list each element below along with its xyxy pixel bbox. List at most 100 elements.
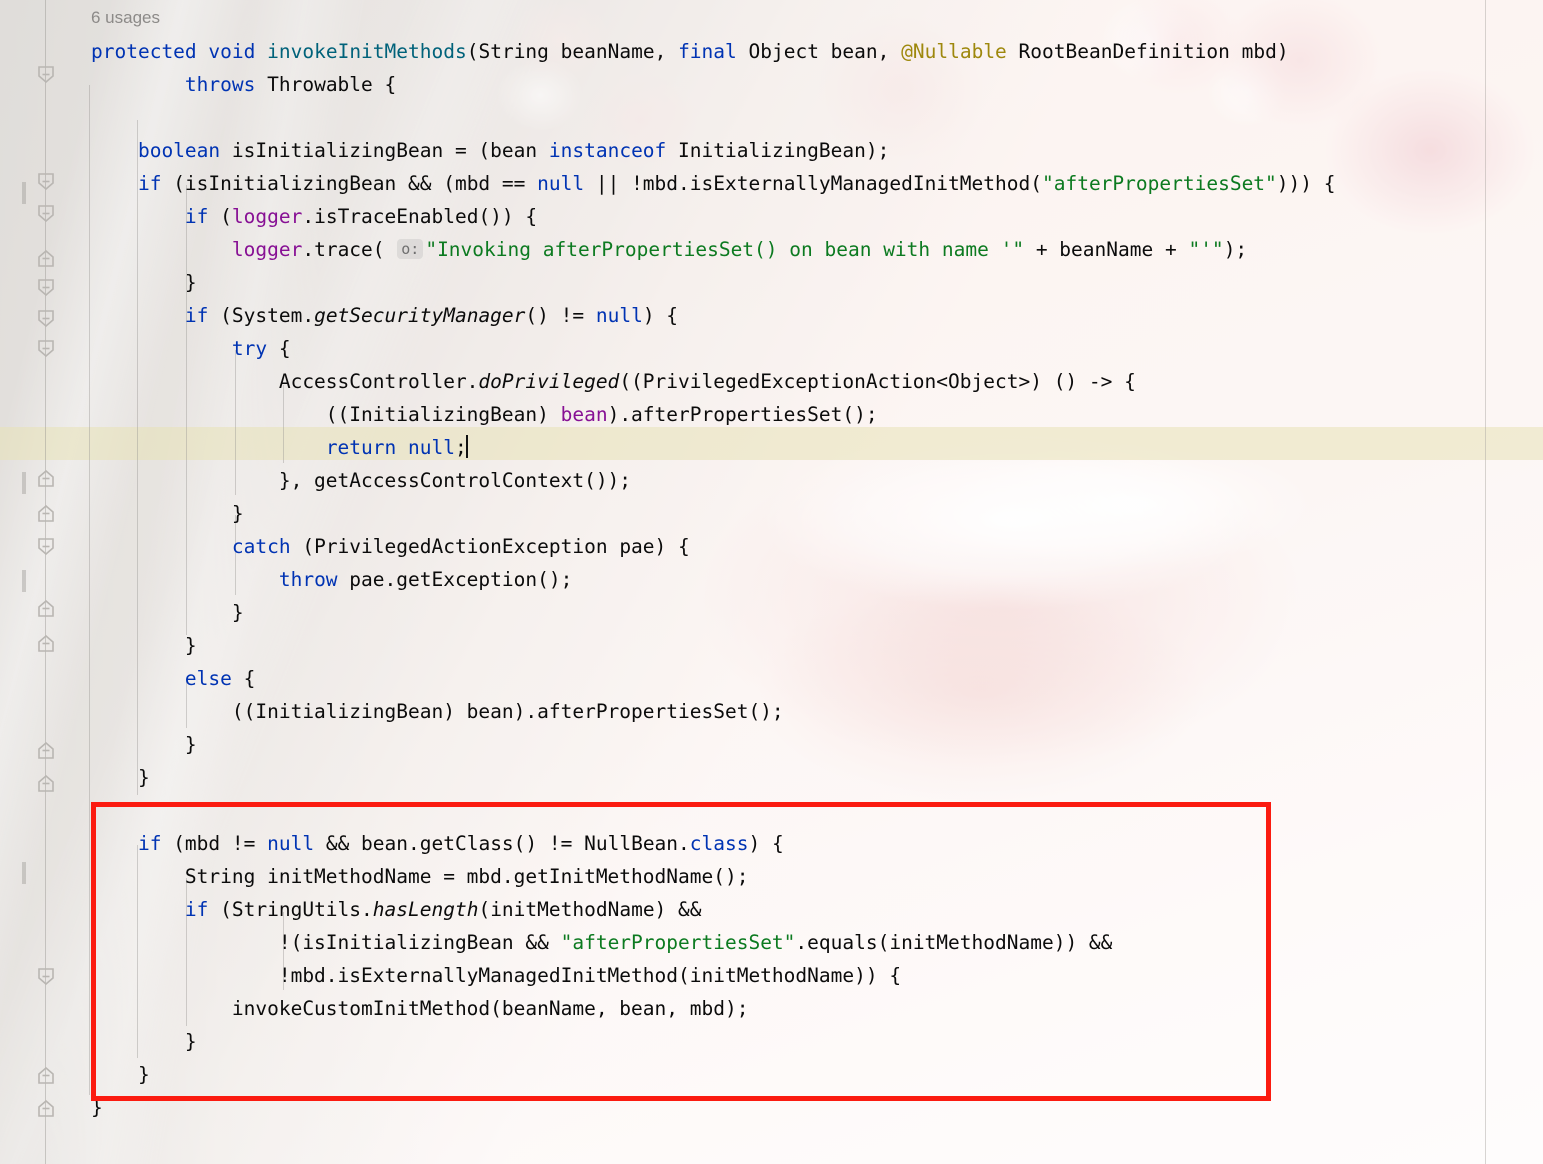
code-token: if (137, 172, 162, 195)
code-token: final (678, 40, 737, 63)
code-line[interactable]: catch (PrivilegedActionException pae) { (91, 530, 690, 563)
code-line[interactable]: throws Throwable { (91, 68, 396, 101)
code-token: { (267, 337, 291, 360)
code-token: else (184, 667, 232, 690)
code-line[interactable]: !mbd.isExternallyManagedInitMethod(initM… (91, 959, 901, 992)
code-line[interactable]: if (isInitializingBean && (mbd == null |… (91, 167, 1336, 200)
code-token: RootBeanDefinition mbd) (1006, 40, 1289, 63)
code-token: if (184, 898, 209, 921)
code-token: (isInitializingBean && (mbd == (161, 172, 538, 195)
code-line[interactable]: } (91, 1091, 103, 1124)
code-token: invokeCustomInitMethod(beanName, bean, m… (91, 997, 749, 1020)
code-token: && bean.getClass() != NullBean. (314, 832, 690, 855)
code-token: getSecurityManager (314, 304, 526, 327)
code-line[interactable]: !(isInitializingBean && "afterProperties… (91, 926, 1113, 959)
code-vision-usages[interactable]: 6 usages (91, 8, 160, 28)
code-line[interactable]: } (91, 761, 150, 794)
code-token: catch (231, 535, 291, 558)
code-line[interactable]: throw pae.getException(); (91, 563, 573, 596)
code-token: doPrivileged (478, 370, 620, 393)
code-token: void (208, 40, 256, 63)
code-line[interactable]: boolean isInitializingBean = (bean insta… (91, 134, 889, 167)
code-token: @Nullable (901, 40, 1007, 63)
code-line[interactable]: protected void invokeInitMethods(String … (91, 35, 1289, 68)
code-line[interactable]: ((InitializingBean) bean).afterPropertie… (91, 695, 784, 728)
code-token: "'" (1188, 238, 1224, 261)
editor-text-area[interactable]: 6 usages protected void invokeInitMethod… (0, 0, 1543, 1164)
code-line[interactable]: AccessController.doPrivileged((Privilege… (91, 365, 1136, 398)
code-token: String initMethodName = mbd.getInitMetho… (91, 865, 749, 888)
code-token: if (184, 205, 209, 228)
code-token: (StringUtils. (208, 898, 373, 921)
code-token: } (91, 1030, 197, 1053)
code-token: invokeInitMethods (267, 40, 467, 63)
code-line[interactable]: else { (91, 662, 255, 695)
code-token: (initMethodName) && (478, 898, 702, 921)
code-token: logger (231, 205, 303, 228)
code-token: ((PrivilegedExceptionAction<Object>) () … (619, 370, 1136, 393)
code-line[interactable]: } (91, 266, 197, 299)
code-line[interactable]: if (StringUtils.hasLength(initMethodName… (91, 893, 702, 926)
code-line[interactable]: try { (91, 332, 291, 365)
code-line[interactable]: logger.trace( o: "Invoking afterPropertie… (91, 233, 1247, 266)
code-token: } (91, 733, 197, 756)
code-token: null (408, 436, 455, 459)
code-token: "Invoking afterPropertiesSet() on bean w… (425, 238, 1025, 261)
code-line[interactable]: } (91, 1058, 150, 1091)
code-token: instanceof (548, 139, 667, 162)
code-line[interactable]: ((InitializingBean) bean).afterPropertie… (91, 398, 878, 431)
code-token: ).afterPropertiesSet(); (607, 403, 878, 426)
code-token: "afterPropertiesSet" (560, 931, 796, 954)
code-token: !(isInitializingBean && (91, 931, 561, 954)
code-line[interactable]: if (System.getSecurityManager() != null)… (91, 299, 678, 332)
code-token: class (689, 832, 749, 855)
code-token: !mbd.isExternallyManagedInitMethod(initM… (91, 964, 902, 987)
code-line[interactable]: if (mbd != null && bean.getClass() != Nu… (91, 827, 784, 860)
code-line[interactable]: }, getAccessControlContext()); (91, 464, 631, 497)
code-token: || !mbd.isExternallyManagedInitMethod( (584, 172, 1042, 195)
code-token: ((InitializingBean) bean).afterPropertie… (91, 700, 784, 723)
code-token: } (91, 601, 244, 624)
code-token: null (595, 304, 643, 327)
code-token: boolean (137, 139, 221, 162)
code-line[interactable]: } (91, 497, 244, 530)
code-line[interactable]: } (91, 629, 197, 662)
code-token: ))) { (1276, 172, 1336, 195)
code-token: isInitializingBean = (bean (220, 139, 549, 162)
code-token: AccessController. (91, 370, 479, 393)
code-line[interactable]: } (91, 596, 244, 629)
code-token: } (91, 502, 244, 525)
code-token: }, getAccessControlContext()); (91, 469, 632, 492)
code-token: ((InitializingBean) (91, 403, 561, 426)
code-token: protected (91, 40, 197, 63)
code-line[interactable]: return null; (91, 431, 468, 464)
code-line[interactable]: String initMethodName = mbd.getInitMetho… (91, 860, 749, 893)
code-token: if (137, 832, 162, 855)
indent-guide (89, 85, 90, 1095)
code-token: .equals(initMethodName)) && (795, 931, 1113, 954)
inlay-parameter-hint[interactable]: o: (397, 239, 424, 259)
code-token: } (91, 271, 197, 294)
code-token: ); (1223, 238, 1248, 261)
code-line[interactable]: } (91, 728, 197, 761)
editor-window: 6 usages protected void invokeInitMethod… (0, 0, 1543, 1164)
code-line[interactable]: invokeCustomInitMethod(beanName, bean, m… (91, 992, 749, 1025)
code-line[interactable]: } (91, 1025, 197, 1058)
code-token: ) { (642, 304, 679, 327)
code-line[interactable]: if (logger.isTraceEnabled()) { (91, 200, 537, 233)
code-token: pae.getException(); (337, 568, 573, 591)
code-token: Throwable { (255, 73, 397, 96)
code-token: } (91, 1096, 103, 1119)
